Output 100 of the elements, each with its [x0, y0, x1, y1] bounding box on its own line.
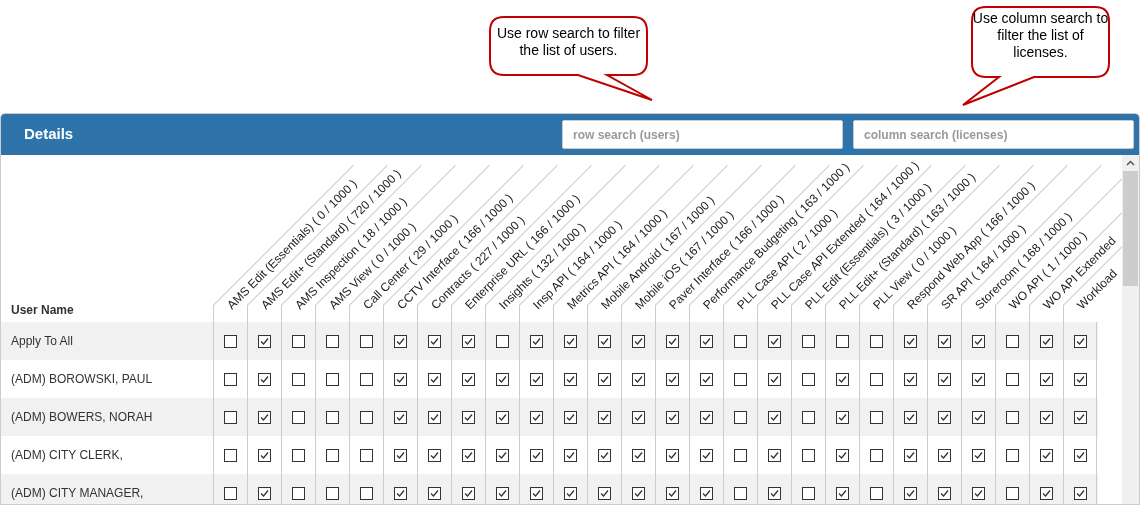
checkbox[interactable] — [632, 372, 645, 386]
checkbox[interactable] — [258, 334, 271, 348]
checkbox[interactable] — [530, 410, 543, 424]
checkbox[interactable] — [700, 372, 713, 386]
checkbox[interactable] — [904, 448, 917, 462]
checkbox[interactable] — [904, 372, 917, 386]
checkbox[interactable] — [462, 334, 475, 348]
checkbox[interactable] — [1073, 410, 1087, 424]
checkbox[interactable] — [734, 334, 747, 348]
checkbox[interactable] — [1006, 334, 1019, 348]
checkbox[interactable] — [496, 410, 509, 424]
checkbox[interactable] — [768, 372, 781, 386]
checkbox[interactable] — [904, 410, 917, 424]
checkbox[interactable] — [938, 486, 951, 500]
checkbox[interactable] — [802, 372, 815, 386]
checkbox[interactable] — [224, 334, 237, 348]
checkbox[interactable] — [734, 448, 747, 462]
checkbox[interactable] — [802, 448, 815, 462]
checkbox[interactable] — [598, 372, 611, 386]
checkbox[interactable] — [734, 410, 747, 424]
checkbox[interactable] — [360, 448, 373, 462]
checkbox[interactable] — [292, 410, 305, 424]
checkbox[interactable] — [360, 334, 373, 348]
scroll-up-icon[interactable] — [1126, 160, 1135, 166]
checkbox[interactable] — [802, 486, 815, 500]
checkbox[interactable] — [870, 486, 883, 500]
checkbox[interactable] — [1040, 410, 1053, 424]
checkbox[interactable] — [768, 334, 781, 348]
checkbox[interactable] — [1073, 486, 1087, 500]
checkbox[interactable] — [1006, 486, 1019, 500]
checkbox[interactable] — [224, 448, 237, 462]
checkbox[interactable] — [836, 486, 849, 500]
checkbox[interactable] — [292, 372, 305, 386]
checkbox[interactable] — [1040, 372, 1053, 386]
checkbox[interactable] — [904, 486, 917, 500]
checkbox[interactable] — [1006, 410, 1019, 424]
checkbox[interactable] — [564, 372, 577, 386]
checkbox[interactable] — [462, 410, 475, 424]
checkbox[interactable] — [1040, 334, 1053, 348]
checkbox[interactable] — [428, 410, 441, 424]
checkbox[interactable] — [564, 486, 577, 500]
checkbox[interactable] — [224, 372, 237, 386]
checkbox[interactable] — [496, 486, 509, 500]
checkbox[interactable] — [496, 334, 509, 348]
checkbox[interactable] — [734, 486, 747, 500]
checkbox[interactable] — [394, 372, 407, 386]
checkbox[interactable] — [530, 448, 543, 462]
checkbox[interactable] — [428, 372, 441, 386]
checkbox[interactable] — [904, 334, 917, 348]
checkbox[interactable] — [1073, 372, 1087, 386]
checkbox[interactable] — [836, 372, 849, 386]
checkbox[interactable] — [802, 334, 815, 348]
checkbox[interactable] — [870, 372, 883, 386]
checkbox[interactable] — [428, 334, 441, 348]
checkbox[interactable] — [700, 448, 713, 462]
checkbox[interactable] — [632, 448, 645, 462]
checkbox[interactable] — [360, 486, 373, 500]
row-search-field[interactable]: row search (users) — [562, 120, 843, 149]
checkbox[interactable] — [462, 372, 475, 386]
checkbox[interactable] — [394, 486, 407, 500]
checkbox[interactable] — [564, 410, 577, 424]
checkbox[interactable] — [326, 448, 339, 462]
checkbox[interactable] — [836, 410, 849, 424]
checkbox[interactable] — [938, 448, 951, 462]
checkbox[interactable] — [360, 372, 373, 386]
checkbox[interactable] — [1073, 334, 1087, 348]
checkbox[interactable] — [700, 410, 713, 424]
checkbox[interactable] — [462, 448, 475, 462]
checkbox[interactable] — [768, 448, 781, 462]
checkbox[interactable] — [598, 486, 611, 500]
checkbox[interactable] — [326, 372, 339, 386]
checkbox[interactable] — [1006, 372, 1019, 386]
checkbox[interactable] — [530, 334, 543, 348]
checkbox[interactable] — [938, 334, 951, 348]
checkbox[interactable] — [326, 486, 339, 500]
checkbox[interactable] — [394, 334, 407, 348]
checkbox[interactable] — [258, 372, 271, 386]
checkbox[interactable] — [666, 486, 679, 500]
scrollbar[interactable] — [1122, 155, 1139, 504]
checkbox[interactable] — [224, 486, 237, 500]
checkbox[interactable] — [224, 410, 237, 424]
checkbox[interactable] — [836, 448, 849, 462]
checkbox[interactable] — [972, 372, 985, 386]
checkbox[interactable] — [666, 410, 679, 424]
checkbox[interactable] — [632, 486, 645, 500]
checkbox[interactable] — [836, 334, 849, 348]
checkbox[interactable] — [734, 372, 747, 386]
checkbox[interactable] — [462, 486, 475, 500]
checkbox[interactable] — [598, 334, 611, 348]
checkbox[interactable] — [564, 448, 577, 462]
checkbox[interactable] — [530, 486, 543, 500]
checkbox[interactable] — [292, 486, 305, 500]
checkbox[interactable] — [258, 486, 271, 500]
checkbox[interactable] — [700, 486, 713, 500]
checkbox[interactable] — [360, 410, 373, 424]
checkbox[interactable] — [258, 448, 271, 462]
checkbox[interactable] — [496, 448, 509, 462]
checkbox[interactable] — [768, 410, 781, 424]
checkbox[interactable] — [598, 410, 611, 424]
checkbox[interactable] — [598, 448, 611, 462]
